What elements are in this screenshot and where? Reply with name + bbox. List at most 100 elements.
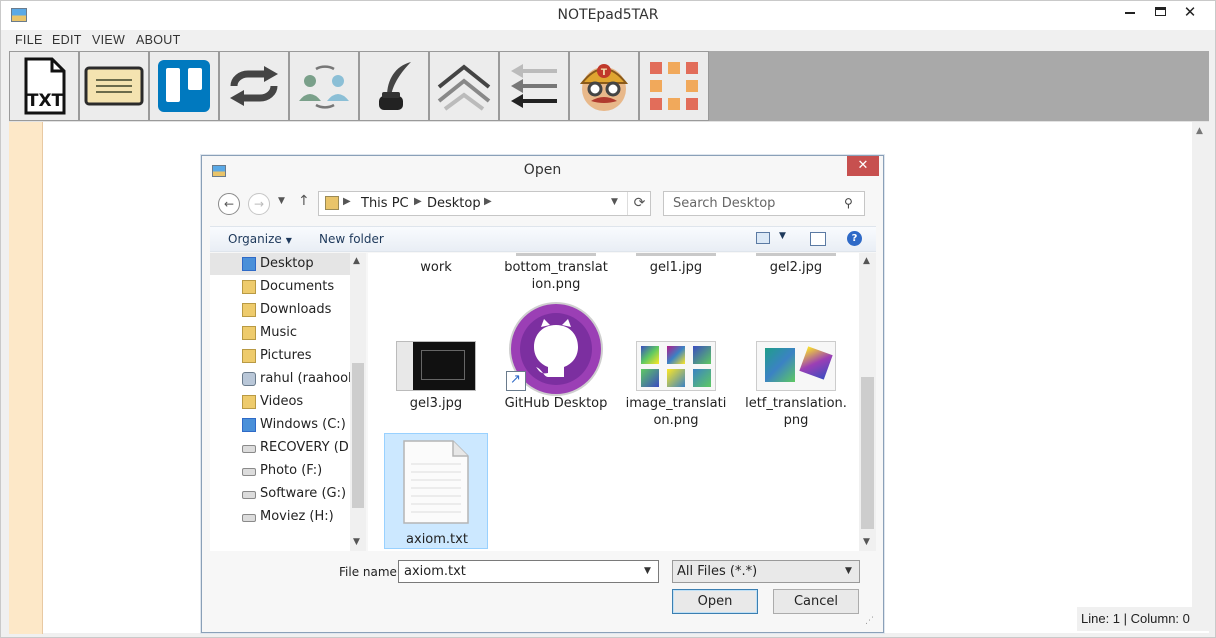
window-title: NOTEpad5TAR: [557, 7, 659, 23]
scroll-top-button[interactable]: [429, 51, 499, 121]
file-name-dropdown-icon[interactable]: ▼: [644, 566, 651, 576]
sidebar-item-rahul[interactable]: rahul (raahool): [210, 368, 357, 390]
downloads-folder-icon: [242, 303, 256, 317]
breadcrumb-separator-icon[interactable]: ▶: [484, 196, 492, 207]
mascot-button[interactable]: T: [569, 51, 639, 121]
new-folder-button[interactable]: New folder: [319, 232, 384, 246]
address-bar[interactable]: ▶ This PC ▶ Desktop ▶ ▼ ⟳: [318, 191, 651, 216]
resize-grip-icon[interactable]: ⋰: [865, 616, 874, 626]
file-item-axiom-txt[interactable]: axiom.txt: [384, 433, 488, 549]
scroll-up-arrow-icon[interactable]: ▲: [353, 256, 360, 266]
file-list-scrollbar[interactable]: ▲ ▼: [859, 253, 876, 551]
file-name: letf_translation. png: [745, 396, 847, 428]
desktop-folder-icon: [242, 257, 256, 271]
sidebar-item-music[interactable]: Music: [210, 322, 350, 344]
sidebar-item-downloads[interactable]: Downloads: [210, 299, 350, 321]
sidebar-item-software-g[interactable]: Software (G:): [210, 483, 350, 505]
file-name: bottom_translat ion.png: [504, 260, 608, 292]
breadcrumb-desktop[interactable]: Desktop: [427, 196, 481, 211]
sidebar-item-documents[interactable]: Documents: [210, 276, 350, 298]
file-item-bottom-translation[interactable]: bottom_translat ion.png: [504, 253, 608, 293]
notepad-button[interactable]: [79, 51, 149, 121]
up-button[interactable]: ↑: [298, 193, 310, 209]
file-name-input[interactable]: axiom.txt ▼: [398, 560, 659, 583]
menu-about[interactable]: ABOUT: [136, 33, 181, 47]
sidebar-item-label: Videos: [260, 394, 304, 409]
organize-button[interactable]: Organize ▼: [228, 232, 292, 246]
menu-view[interactable]: VIEW: [92, 33, 125, 47]
status-bar: Line: 1 | Column: 0: [1077, 607, 1209, 631]
scrollbar-thumb[interactable]: [352, 363, 364, 508]
file-item-gel1[interactable]: gel1.jpg: [624, 253, 728, 293]
sidebar-item-label: Desktop: [260, 256, 314, 271]
scroll-up-arrow-icon[interactable]: ▲: [1196, 126, 1203, 136]
txt-button[interactable]: TXT: [9, 51, 79, 121]
sidebar-item-moviez-h[interactable]: Moviez (H:): [210, 506, 350, 528]
image-thumbnail: [756, 253, 836, 256]
search-placeholder: Search Desktop: [673, 196, 776, 211]
user-folder-icon: [242, 372, 256, 386]
sidebar-item-windows-c[interactable]: Windows (C:): [210, 414, 350, 436]
sidebar-item-videos[interactable]: Videos: [210, 391, 350, 413]
trello-icon: [158, 60, 210, 112]
scroll-up-arrow-icon[interactable]: ▲: [863, 256, 870, 266]
repeat-button[interactable]: [219, 51, 289, 121]
grid-button[interactable]: [639, 51, 709, 121]
trello-button[interactable]: [149, 51, 219, 121]
cancel-button[interactable]: Cancel: [773, 589, 859, 614]
menu-edit[interactable]: EDIT: [52, 33, 82, 47]
toolbar: TXT T: [9, 51, 1209, 121]
sidebar-item-photo-f[interactable]: Photo (F:): [210, 460, 350, 482]
sidebar-item-desktop[interactable]: Desktop: [210, 253, 350, 275]
breadcrumb-separator-icon[interactable]: ▶: [343, 196, 351, 207]
file-item-work[interactable]: work: [384, 253, 488, 293]
file-item-gel2[interactable]: gel2.jpg: [744, 253, 848, 293]
sidebar-item-pictures[interactable]: Pictures: [210, 345, 350, 367]
search-icon[interactable]: ⚲: [844, 196, 853, 210]
command-bar: Organize ▼ New folder ▼ ?: [210, 226, 876, 252]
file-item-image-translation[interactable]: image_translati on.png: [624, 299, 728, 428]
navigation-pane-scrollbar[interactable]: ▲ ▼: [350, 253, 366, 551]
view-options-dropdown-icon[interactable]: ▼: [779, 231, 786, 241]
help-icon[interactable]: ?: [847, 231, 862, 246]
file-type-select[interactable]: All Files (*.*) ▼: [672, 560, 860, 583]
forward-button[interactable]: →: [248, 193, 270, 215]
grid-tiles-icon: [650, 62, 698, 110]
scroll-down-arrow-icon[interactable]: ▼: [863, 537, 870, 547]
double-chevron-up-icon: [437, 64, 491, 111]
breadcrumb-separator-icon[interactable]: ▶: [414, 196, 422, 207]
image-thumbnail: [756, 341, 836, 391]
change-view-icon[interactable]: [756, 232, 770, 244]
preview-pane-icon[interactable]: [810, 232, 826, 246]
sidebar-item-label: rahul (raahool): [260, 371, 357, 386]
quill-button[interactable]: [359, 51, 429, 121]
file-item-letf-translation[interactable]: letf_translation. png: [744, 299, 848, 428]
minimize-button[interactable]: [1115, 3, 1145, 23]
breadcrumb-this-pc[interactable]: This PC: [361, 196, 409, 211]
music-folder-icon: [242, 326, 256, 340]
users-sync-button[interactable]: [289, 51, 359, 121]
address-dropdown-icon[interactable]: ▼: [611, 197, 618, 207]
scroll-down-arrow-icon[interactable]: ▼: [353, 537, 360, 547]
sidebar-item-label: Software (G:): [260, 486, 347, 501]
sidebar-item-label: Music: [260, 325, 297, 340]
file-item-github-desktop[interactable]: ↗ GitHub Desktop: [504, 299, 608, 411]
menu-file[interactable]: FILE: [15, 33, 43, 47]
editor-scrollbar[interactable]: ▲: [1192, 122, 1209, 612]
search-box[interactable]: Search Desktop ⚲: [663, 191, 865, 216]
open-button[interactable]: Open: [672, 589, 758, 614]
close-button[interactable]: ✕: [1175, 3, 1205, 23]
sidebar-item-label: Photo (F:): [260, 463, 323, 478]
file-item-gel3[interactable]: gel3.jpg: [384, 299, 488, 411]
recent-locations-dropdown-icon[interactable]: ▼: [278, 196, 285, 206]
sidebar-item-recovery-d[interactable]: RECOVERY (D:): [210, 437, 358, 459]
chevron-down-icon[interactable]: ▼: [845, 566, 852, 576]
sidebar-item-label: Pictures: [260, 348, 312, 363]
dialog-close-button[interactable]: ✕: [847, 156, 879, 176]
maximize-button[interactable]: [1145, 3, 1175, 23]
indent-button[interactable]: [499, 51, 569, 121]
windows-drive-icon: [242, 418, 256, 432]
back-button[interactable]: ←: [218, 193, 240, 215]
refresh-icon[interactable]: ⟳: [627, 192, 651, 215]
scrollbar-thumb[interactable]: [861, 377, 874, 529]
